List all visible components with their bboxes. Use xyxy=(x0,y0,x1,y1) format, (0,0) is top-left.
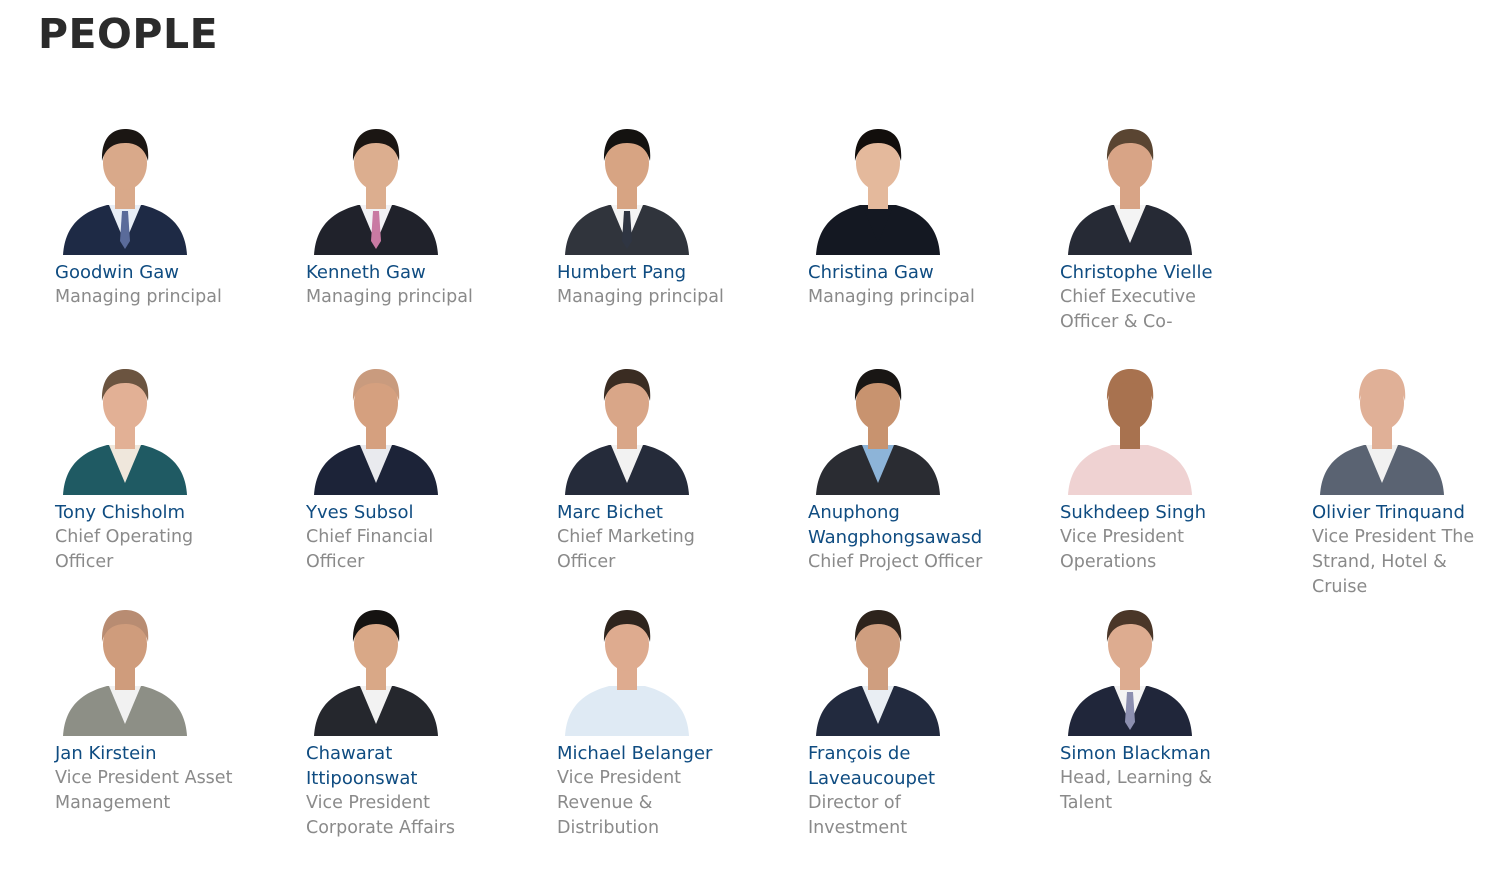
portrait-image xyxy=(565,369,689,495)
portrait-image xyxy=(1068,369,1192,495)
portrait-image xyxy=(63,610,187,736)
portrait-image xyxy=(565,129,689,255)
portrait-image xyxy=(816,610,940,736)
person-name-link[interactable]: Christophe Vielle xyxy=(1060,260,1260,285)
person-photo[interactable] xyxy=(1060,355,1200,495)
person-photo[interactable] xyxy=(1312,355,1452,495)
person-role: Managing principal xyxy=(306,287,473,307)
page-title: PEOPLE xyxy=(38,10,219,58)
person-photo[interactable] xyxy=(306,115,446,255)
person-name-link[interactable]: Sukhdeep Singh xyxy=(1060,500,1260,525)
person-name-link[interactable]: Michael Belanger xyxy=(557,741,757,766)
person-role: Head, Learning & Talent xyxy=(1060,768,1213,813)
person-role: Vice President Corporate Affairs xyxy=(306,793,455,838)
person-photo[interactable] xyxy=(557,115,697,255)
person-photo[interactable] xyxy=(306,355,446,495)
person-role: Chief Financial Officer xyxy=(306,527,434,572)
portrait-image xyxy=(314,369,438,495)
person-name-link[interactable]: Chawarat Ittipoonswat xyxy=(306,741,436,791)
person-photo[interactable] xyxy=(808,115,948,255)
person-name-link[interactable]: Yves Subsol xyxy=(306,500,466,525)
person-role: Chief Operating Officer xyxy=(55,527,194,572)
person-role: Managing principal xyxy=(808,287,975,307)
person-name-link[interactable]: Goodwin Gaw xyxy=(55,260,290,285)
person-name-link[interactable]: Anuphong Wangphongsawasd xyxy=(808,500,982,550)
person-photo[interactable] xyxy=(808,596,948,736)
person-role: Vice President Operations xyxy=(1060,527,1185,572)
person-name-link[interactable]: François de Laveaucoupet xyxy=(808,741,958,791)
portrait-image xyxy=(314,129,438,255)
person-photo[interactable] xyxy=(808,355,948,495)
person-name-link[interactable]: Kenneth Gaw xyxy=(306,260,541,285)
person-name-link[interactable]: Olivier Trinquand xyxy=(1312,500,1497,525)
portrait-image xyxy=(63,129,187,255)
person-photo[interactable] xyxy=(55,596,195,736)
person-role: Vice President Asset Management xyxy=(55,768,233,813)
person-role: Chief Executive Officer & Co- xyxy=(1060,287,1196,332)
portrait-image xyxy=(1068,129,1192,255)
person-name-link[interactable]: Christina Gaw xyxy=(808,260,1043,285)
person-photo[interactable] xyxy=(55,115,195,255)
person-role: Vice President Revenue & Distribution xyxy=(557,768,682,838)
person-role: Vice President The Strand, Hotel & Cruis… xyxy=(1312,527,1475,597)
person-role: Managing principal xyxy=(557,287,724,307)
person-photo[interactable] xyxy=(1060,596,1200,736)
person-photo[interactable] xyxy=(55,355,195,495)
person-photo[interactable] xyxy=(557,355,697,495)
person-photo[interactable] xyxy=(1060,115,1200,255)
person-name-link[interactable]: Marc Bichet xyxy=(557,500,717,525)
person-name-link[interactable]: Simon Blackman xyxy=(1060,741,1260,766)
portrait-image xyxy=(1320,369,1444,495)
person-role: Managing principal xyxy=(55,287,222,307)
portrait-image xyxy=(816,129,940,255)
portrait-image xyxy=(314,610,438,736)
portrait-image xyxy=(1068,610,1192,736)
person-role: Chief Marketing Officer xyxy=(557,527,695,572)
person-name-link[interactable]: Jan Kirstein xyxy=(55,741,260,766)
person-photo[interactable] xyxy=(557,596,697,736)
person-role: Chief Project Officer xyxy=(808,552,983,572)
portrait-image xyxy=(63,369,187,495)
person-name-link[interactable]: Tony Chisholm xyxy=(55,500,215,525)
person-role: Director of Investment xyxy=(808,793,908,838)
person-name-link[interactable]: Humbert Pang xyxy=(557,260,792,285)
portrait-image xyxy=(565,610,689,736)
person-photo[interactable] xyxy=(306,596,446,736)
portrait-image xyxy=(816,369,940,495)
